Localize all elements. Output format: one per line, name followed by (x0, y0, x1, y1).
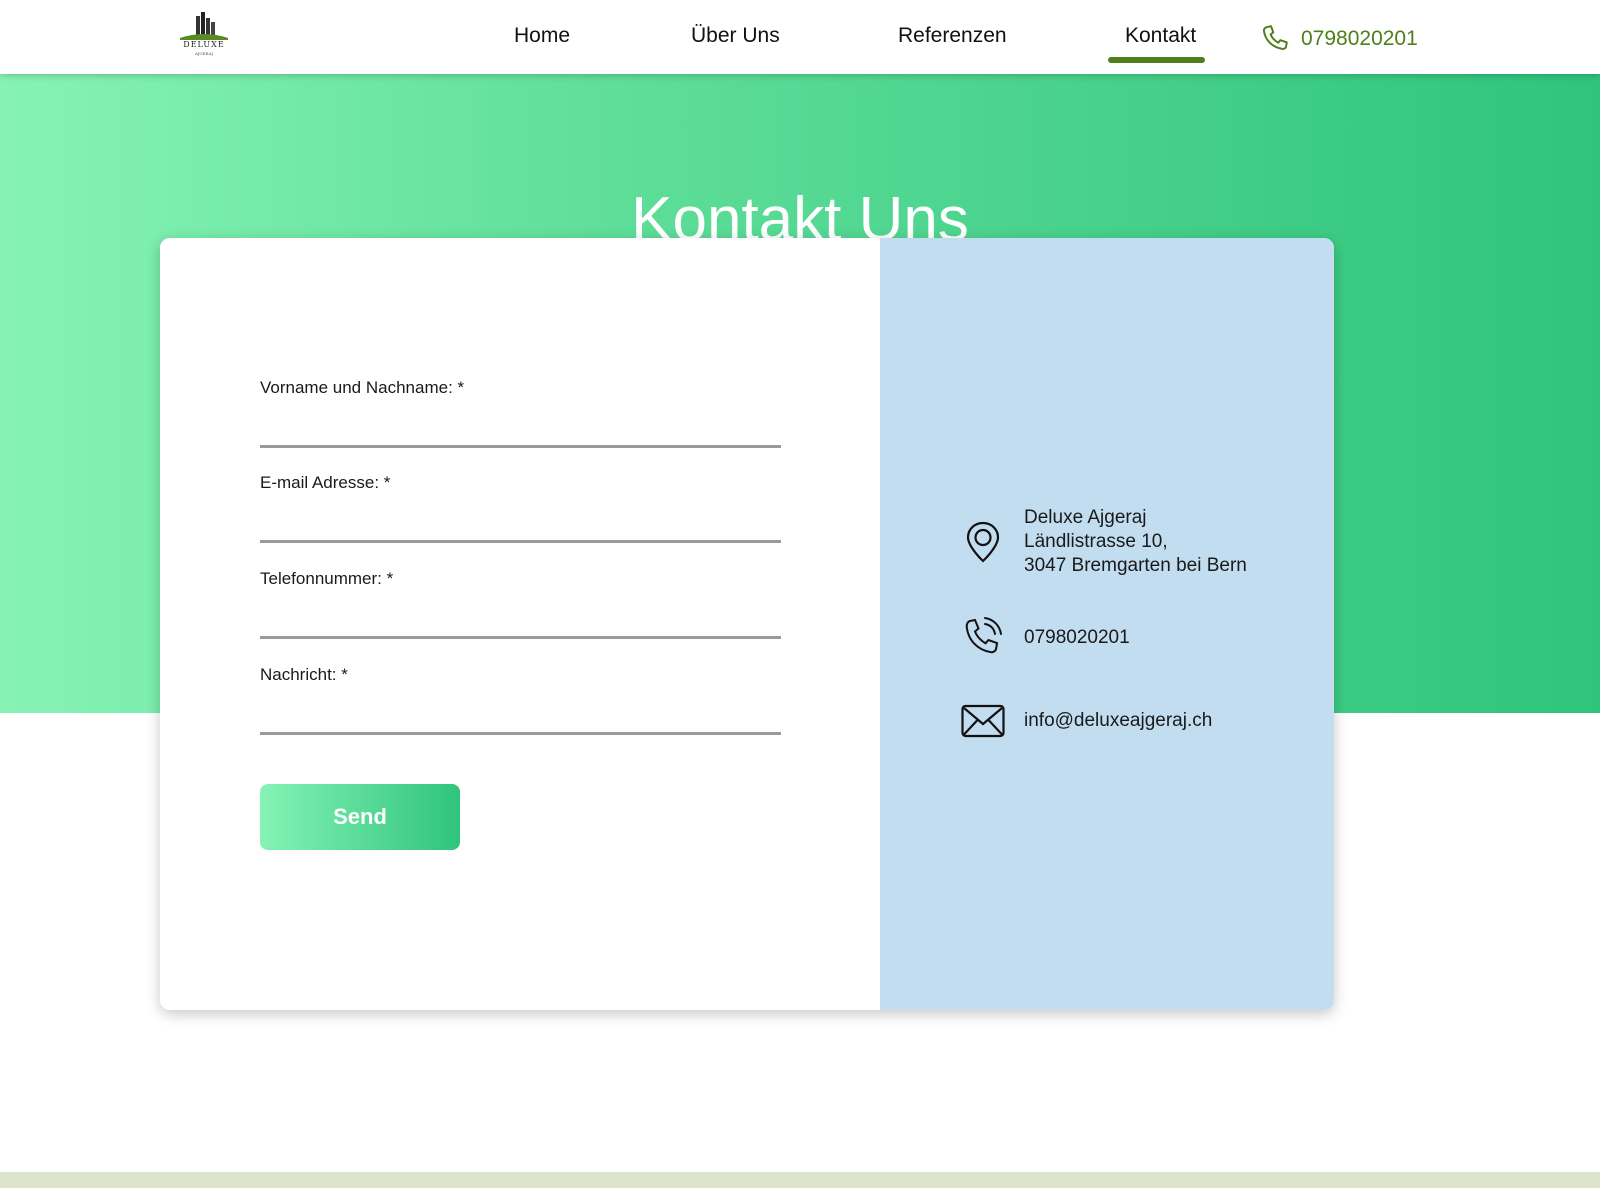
site-logo[interactable]: DELUXE AJGERAJ (176, 10, 232, 60)
name-field-group: Vorname und Nachname: * (260, 378, 781, 448)
logo-name: DELUXE (183, 40, 225, 49)
nav-kontakt[interactable]: Kontakt (1125, 24, 1196, 48)
logo-subtitle: AJGERAJ (194, 51, 214, 56)
address-city: 3047 Bremgarten bei Bern (1024, 555, 1247, 576)
name-field-label: Vorname und Nachname: * (260, 378, 465, 397)
logo-buildings-icon (180, 12, 228, 40)
contact-email: info@deluxeajgeraj.ch (1024, 710, 1213, 731)
phone-field[interactable] (260, 599, 781, 639)
location-pin-icon (966, 521, 1000, 563)
message-field-label: Nachricht: * (260, 665, 348, 684)
footer-strip (0, 1172, 1600, 1188)
address-info: Deluxe Ajgeraj Ländlistrasse 10, 3047 Br… (960, 506, 1247, 578)
email-field-label: E-mail Adresse: * (260, 473, 391, 492)
phone-field-group: Telefonnummer: * (260, 569, 781, 639)
message-field-group: Nachricht: * (260, 665, 781, 735)
contact-info-panel: Deluxe Ajgeraj Ländlistrasse 10, 3047 Br… (880, 238, 1334, 1010)
nav-home[interactable]: Home (514, 24, 570, 48)
phone-icon (1262, 25, 1288, 50)
email-field-group: E-mail Adresse: * (260, 473, 781, 543)
phone-ringing-icon (965, 617, 1002, 654)
contact-phone: 0798020201 (1024, 627, 1130, 648)
site-header: DELUXE AJGERAJ Home Über Uns Referenzen … (0, 0, 1600, 74)
contact-form: Vorname und Nachname: * E-mail Adresse: … (160, 238, 880, 1010)
message-field[interactable] (260, 695, 781, 735)
address-street: Ländlistrasse 10, (1024, 531, 1168, 552)
nav-referenzen[interactable]: Referenzen (898, 24, 1007, 48)
phone-field-label: Telefonnummer: * (260, 569, 394, 588)
header-phone-link[interactable]: 0798020201 (1258, 22, 1418, 56)
email-info[interactable]: info@deluxeajgeraj.ch (960, 698, 1212, 744)
nav-active-indicator (1108, 57, 1205, 63)
address-text: Deluxe Ajgeraj Ländlistrasse 10, 3047 Br… (1024, 506, 1247, 578)
phone-info[interactable]: 0798020201 (960, 615, 1130, 661)
header-phone-number: 0798020201 (1301, 27, 1418, 50)
address-company: Deluxe Ajgeraj (1024, 507, 1147, 528)
name-field[interactable] (260, 408, 781, 448)
nav-ueber-uns[interactable]: Über Uns (691, 24, 780, 48)
envelope-icon (961, 704, 1005, 738)
send-button[interactable]: Send (260, 784, 460, 850)
contact-card: Vorname und Nachname: * E-mail Adresse: … (160, 238, 1334, 1010)
email-field[interactable] (260, 503, 781, 543)
